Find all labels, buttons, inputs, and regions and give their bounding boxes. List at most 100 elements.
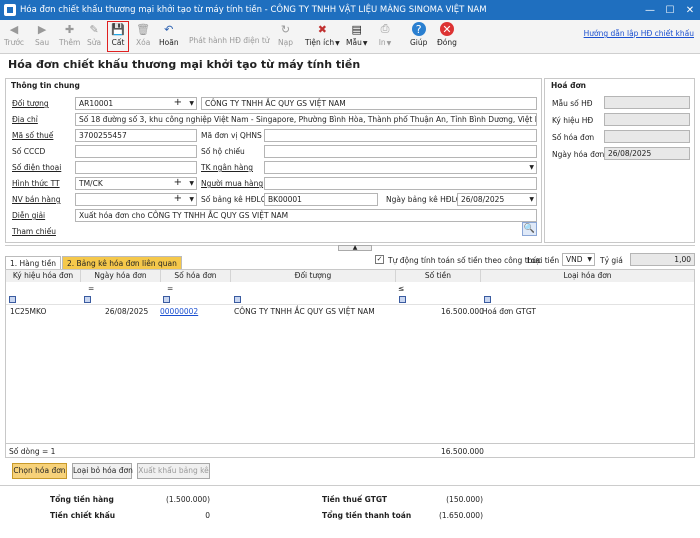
cell-so-link[interactable]: 00000002 (160, 307, 198, 316)
chevron-down-icon[interactable]: ▼ (189, 194, 194, 205)
col-header-so-tien[interactable]: Số tiền (396, 270, 481, 282)
delete-icon: 🗑 (136, 22, 151, 36)
doi-tuong-code-input[interactable]: AR10001 + ▼ (75, 97, 197, 110)
dia-chi-input[interactable]: Số 18 đường số 3, khu công nghiệp Việt N… (75, 113, 537, 126)
filter-op-so[interactable]: = (167, 284, 173, 293)
invoice-section-label: Hoá đơn (551, 81, 586, 90)
prev-button[interactable]: ◀ Trước (4, 22, 24, 52)
tien-chiet-khau-label: Tiền chiết khấu (50, 511, 116, 520)
so-ho-chieu-input[interactable] (264, 145, 537, 158)
filter-icon[interactable] (399, 296, 406, 303)
tk-ngan-hang-select[interactable]: ▼ (264, 161, 537, 174)
template-icon: ▤ (351, 22, 362, 36)
rate-label: Tỷ giá (600, 256, 623, 265)
choose-invoice-button[interactable]: Chọn hóa đơn (12, 463, 67, 479)
add-button[interactable]: ✚ Thêm (59, 22, 80, 52)
maximize-button[interactable]: ☐ (660, 0, 680, 20)
close-icon: ✕ (439, 22, 454, 36)
col-header-ngay[interactable]: Ngày hóa đơn (81, 270, 161, 282)
col-header-loai[interactable]: Loại hóa đơn (481, 270, 694, 282)
plus-icon[interactable]: + (174, 178, 182, 188)
nguoi-mua-hang-input[interactable] (264, 177, 537, 190)
dien-giai-input[interactable]: Xuất hóa đơn cho CÔNG TY TNHH ẮC QUY GS … (75, 209, 537, 222)
doi-tuong-label: Đối tượng (12, 99, 49, 108)
tab-hang-tien[interactable]: 1. Hàng tiền (5, 256, 62, 270)
so-hoa-don-label: Số hóa đơn (552, 133, 595, 142)
filter-icon[interactable] (234, 296, 241, 303)
so-cccd-input[interactable] (75, 145, 197, 158)
dia-chi-label: Địa chỉ (12, 115, 38, 124)
chevron-down-icon: ▼ (335, 40, 340, 47)
plus-icon[interactable]: + (174, 98, 182, 108)
ma-don-vi-qhns-input[interactable] (264, 129, 537, 142)
remove-invoice-button[interactable]: Loại bỏ hóa đơn (72, 463, 133, 479)
zoom-icon[interactable]: 🔍 (522, 222, 537, 236)
undo-button[interactable]: ↶ Hoãn (159, 22, 179, 52)
collapse-handle[interactable]: ▲ (338, 245, 372, 251)
filter-icon[interactable] (9, 296, 16, 303)
invoice-grid: Ký hiệu hóa đơn Ngày hóa đơn Số hóa đơn … (5, 269, 695, 458)
save-button[interactable]: 💾 Cất (107, 21, 129, 52)
filter-icon[interactable] (84, 296, 91, 303)
filter-op-so-tien[interactable]: ≤ (398, 284, 404, 293)
doi-tuong-name-input[interactable]: CÔNG TY TNHH ẮC QUY GS VIỆT NAM (201, 97, 537, 110)
auto-calc-label: Tự động tính toán số tiền theo công thức (388, 256, 542, 265)
delete-button[interactable]: 🗑 Xóa (136, 22, 150, 52)
minimize-button[interactable]: — (640, 0, 660, 20)
ngay-hoa-don-label: Ngày hóa đơn (552, 150, 605, 159)
so-dien-thoai-input[interactable] (75, 161, 197, 174)
help-guide-link[interactable]: Hướng dẫn lập HĐ chiết khấu (584, 29, 694, 38)
utilities-button[interactable]: ✖ Tiện ích▼ (305, 22, 340, 52)
hinh-thuc-tt-select[interactable]: TM/CK + ▼ (75, 177, 197, 190)
col-header-ky-hieu[interactable]: Ký hiệu hóa đơn (6, 270, 81, 282)
chevron-down-icon[interactable]: ▼ (587, 254, 592, 265)
col-header-doi-tuong[interactable]: Đối tượng (231, 270, 396, 282)
tien-thue-label: Tiền thuế GTGT (322, 495, 387, 504)
dien-giai-label: Diễn giải (12, 211, 46, 220)
tham-chieu-label: Tham chiếu (12, 227, 56, 236)
ma-don-vi-qhns-label: Mã đơn vị QHNS (201, 131, 262, 140)
cell-ngay: 26/08/2025 (105, 307, 149, 316)
nguoi-mua-hang-label: Người mua hàng (201, 179, 264, 188)
so-dien-thoai-label: Số điện thoại (12, 163, 62, 172)
nv-ban-hang-select[interactable]: + ▼ (75, 193, 197, 206)
ma-so-thue-input[interactable]: 3700255457 (75, 129, 197, 142)
currency-select[interactable]: VND ▼ (562, 253, 595, 266)
export-list-button[interactable]: Xuất khẩu bảng kê (137, 463, 210, 479)
col-header-so[interactable]: Số hóa đơn (161, 270, 231, 282)
title-bar: Hóa đơn chiết khấu thương mại khởi tạo t… (0, 0, 700, 20)
plus-icon[interactable]: + (174, 194, 182, 204)
arrow-left-icon: ◀ (9, 22, 19, 36)
app-icon (4, 4, 16, 16)
tab-bang-ke[interactable]: 2. Bảng kê hóa đơn liên quan (62, 256, 182, 270)
cell-loai: Hoá đơn GTGT (482, 307, 536, 316)
chevron-down-icon[interactable]: ▼ (529, 194, 534, 205)
splitter[interactable]: ▲ (5, 245, 695, 252)
help-button[interactable]: ? Giúp (410, 22, 427, 52)
auto-calc-checkbox[interactable]: ✓ (375, 255, 384, 264)
reload-button[interactable]: ↻ Nạp (278, 22, 293, 52)
filter-icon[interactable] (163, 296, 170, 303)
chevron-down-icon[interactable]: ▼ (189, 178, 194, 189)
mau-so-label: Mẫu số HĐ (552, 99, 593, 108)
table-row[interactable]: 1C25MKO 26/08/2025 00000002 CÔNG TY TNHH… (6, 305, 694, 319)
template-button[interactable]: ▤ Mẫu▼ (346, 22, 367, 52)
filter-icon[interactable] (484, 296, 491, 303)
window-title: Hóa đơn chiết khấu thương mại khởi tạo t… (20, 5, 487, 15)
ngay-bang-ke-input[interactable]: 26/08/2025 ▼ (457, 193, 537, 206)
page-title: Hóa đơn chiết khấu thương mại khởi tạo t… (8, 58, 361, 71)
print-button[interactable]: ⎙ In▼ (378, 22, 392, 52)
chevron-down-icon[interactable]: ▼ (529, 162, 534, 173)
so-cccd-label: Số CCCD (12, 147, 46, 156)
save-icon: 💾 (111, 22, 125, 36)
close-window-button[interactable]: ✕ (680, 0, 700, 20)
filter-op-ngay[interactable]: = (88, 284, 94, 293)
so-bang-ke-input[interactable]: BK00001 (264, 193, 378, 206)
nv-ban-hang-label: NV bán hàng (12, 195, 61, 204)
rate-input: 1,00 (630, 253, 695, 266)
chevron-down-icon[interactable]: ▼ (189, 98, 194, 109)
next-button[interactable]: ▶ Sau (35, 22, 49, 52)
close-form-button[interactable]: ✕ Đóng (437, 22, 457, 52)
edit-button[interactable]: ✎ Sửa (87, 22, 101, 52)
grid-footer: Số dòng = 1 16.500.000 (6, 443, 694, 457)
